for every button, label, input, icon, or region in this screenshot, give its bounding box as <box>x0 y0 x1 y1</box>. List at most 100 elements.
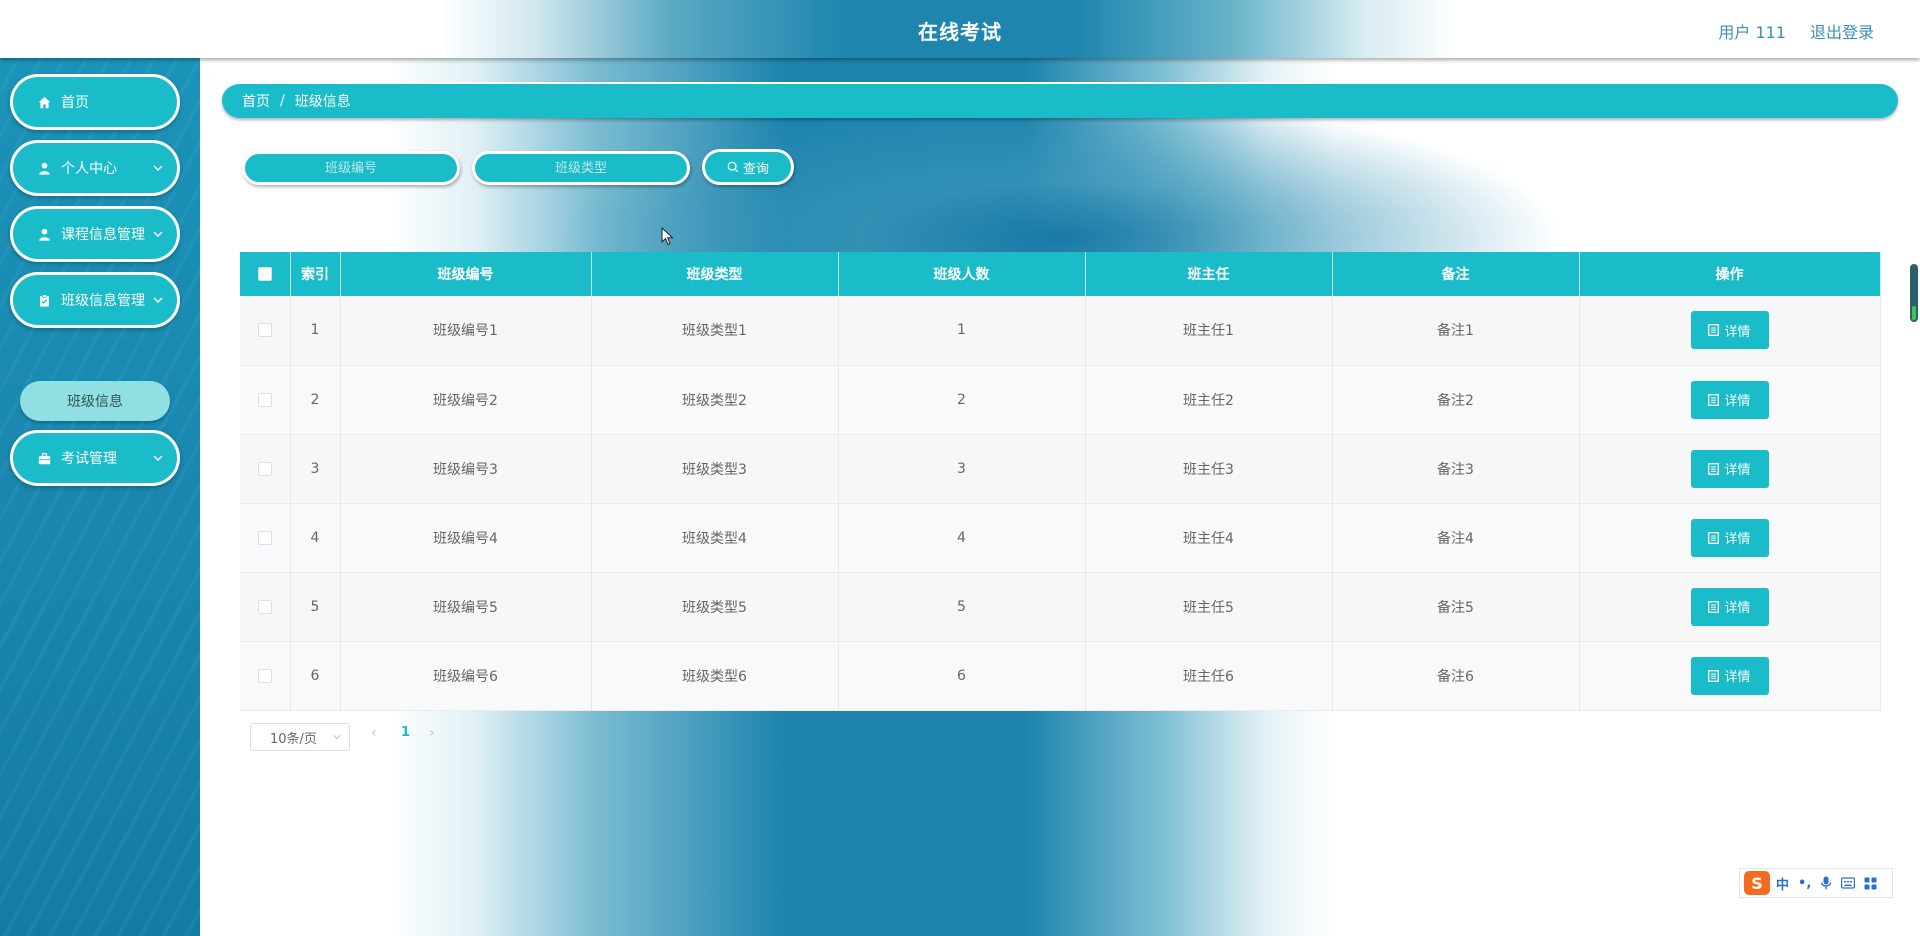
cell-note: 备注5 <box>1332 572 1580 642</box>
sogou-logo-icon[interactable]: S <box>1744 871 1770 895</box>
row-checkbox[interactable] <box>257 323 272 338</box>
ime-mode-toggle[interactable]: 中 <box>1776 874 1789 893</box>
logout-link[interactable]: 退出登录 <box>1810 19 1874 43</box>
cell-teacher: 班主任6 <box>1085 641 1333 711</box>
cell-teacher: 班主任4 <box>1085 503 1333 573</box>
cell-note: 备注3 <box>1332 434 1580 504</box>
class-table: 索引 班级编号 班级类型 班级人数 班主任 备注 操作 1 班级编号1 班级类型… <box>240 252 1881 711</box>
cell-index: 2 <box>290 365 341 435</box>
document-icon <box>1708 324 1720 337</box>
sidebar-item-label: 班级信息管理 <box>61 293 145 309</box>
select-all-checkbox[interactable] <box>257 267 272 281</box>
document-icon <box>1708 462 1720 475</box>
class-type-search-input[interactable] <box>472 151 690 185</box>
sidebar-item-personal-center[interactable]: 个人中心 <box>10 140 180 196</box>
cell-index: 3 <box>290 434 341 504</box>
class-no-search-input[interactable] <box>242 151 460 185</box>
page-scrollbar[interactable] <box>1910 264 1918 322</box>
row-checkbox[interactable] <box>257 599 272 614</box>
detail-button[interactable]: 详情 <box>1690 449 1769 488</box>
submenu-item-class-info[interactable]: 班级信息 <box>20 381 170 421</box>
detail-button[interactable]: 详情 <box>1690 311 1769 350</box>
row-checkbox[interactable] <box>257 461 272 476</box>
user-label[interactable]: 用户 111 <box>1718 19 1786 43</box>
sidebar-item-course-management[interactable]: 课程信息管理 <box>10 206 180 262</box>
cell-index: 6 <box>290 641 341 711</box>
cell-class-type: 班级类型6 <box>591 641 839 711</box>
cell-teacher: 班主任5 <box>1085 572 1333 642</box>
grid-menu-icon[interactable] <box>1864 877 1877 890</box>
cell-class-no: 班级编号3 <box>340 434 592 504</box>
cell-index: 4 <box>290 503 341 573</box>
table-row: 5 班级编号5 班级类型5 5 班主任5 备注5 详情 <box>240 572 1881 642</box>
table-row: 2 班级编号2 班级类型2 2 班主任2 备注2 详情 <box>240 365 1881 435</box>
table-header-row: 索引 班级编号 班级类型 班级人数 班主任 备注 操作 <box>240 252 1881 296</box>
detail-button[interactable]: 详情 <box>1690 518 1769 557</box>
row-checkbox[interactable] <box>257 392 272 407</box>
prev-page-button[interactable]: ‹ <box>371 725 377 741</box>
cell-note: 备注1 <box>1332 296 1580 366</box>
breadcrumb-current: 班级信息 <box>294 94 351 110</box>
chevron-down-icon <box>333 735 341 740</box>
column-header: 班级人数 <box>838 252 1086 296</box>
row-checkbox[interactable] <box>257 668 272 683</box>
select-all-cell <box>240 252 291 296</box>
microphone-icon[interactable] <box>1820 876 1832 890</box>
detail-button-label: 详情 <box>1724 670 1751 685</box>
ime-punctuation-toggle[interactable]: •, <box>1798 876 1811 891</box>
column-header: 班主任 <box>1085 252 1333 296</box>
table-row: 3 班级编号3 班级类型3 3 班主任3 备注3 详情 <box>240 434 1881 504</box>
cell-count: 2 <box>838 365 1086 435</box>
cell-class-no: 班级编号6 <box>340 641 592 711</box>
cell-teacher: 班主任1 <box>1085 296 1333 366</box>
app-title: 在线考试 <box>918 20 1002 44</box>
home-icon <box>37 95 51 109</box>
column-header: 备注 <box>1332 252 1580 296</box>
sidebar-item-exam-management[interactable]: 考试管理 <box>10 430 180 486</box>
row-checkbox[interactable] <box>257 530 272 545</box>
cell-class-no: 班级编号2 <box>340 365 592 435</box>
cell-count: 6 <box>838 641 1086 711</box>
clipboard-icon <box>37 293 51 307</box>
chevron-down-icon <box>153 231 163 237</box>
next-page-button[interactable]: › <box>429 725 435 741</box>
cell-class-type: 班级类型1 <box>591 296 839 366</box>
sidebar-item-class-management[interactable]: 班级信息管理 <box>10 272 180 328</box>
person-icon <box>37 227 51 241</box>
cell-class-type: 班级类型5 <box>591 572 839 642</box>
breadcrumb-home[interactable]: 首页 <box>242 91 270 111</box>
detail-button[interactable]: 详情 <box>1690 380 1769 419</box>
cell-count: 5 <box>838 572 1086 642</box>
document-icon <box>1708 531 1720 544</box>
query-button[interactable]: 查询 <box>702 149 794 185</box>
scrollbar-thumb[interactable] <box>1912 306 1916 320</box>
cell-class-no: 班级编号5 <box>340 572 592 642</box>
briefcase-icon <box>37 451 51 465</box>
cell-count: 1 <box>838 296 1086 366</box>
sidebar: 首页 个人中心 课程信息管理 班级信息管理 班级信息 考试管理 <box>0 58 200 936</box>
cell-note: 备注6 <box>1332 641 1580 711</box>
detail-button-label: 详情 <box>1724 324 1751 340</box>
sidebar-item-home[interactable]: 首页 <box>10 74 180 130</box>
cell-class-no: 班级编号4 <box>340 503 592 573</box>
detail-button-label: 详情 <box>1724 394 1751 409</box>
cell-index: 1 <box>290 296 341 366</box>
ime-toolbar[interactable]: S 中 •, <box>1739 868 1893 898</box>
main-content: 首页 / 班级信息 查询 索引 班级编号 班级类型 班级人数 班主任 备注 <box>200 58 1920 936</box>
detail-button[interactable]: 详情 <box>1690 587 1769 626</box>
detail-button[interactable]: 详情 <box>1690 656 1769 695</box>
page-size-select[interactable]: 10条/页 <box>250 723 350 751</box>
document-icon <box>1708 669 1720 682</box>
cell-teacher: 班主任3 <box>1085 434 1333 504</box>
table-row: 1 班级编号1 班级类型1 1 班主任1 备注1 详情 <box>240 296 1881 366</box>
page-number[interactable]: 1 <box>401 725 410 740</box>
sidebar-item-label: 首页 <box>61 95 89 111</box>
table-row: 4 班级编号4 班级类型4 4 班主任4 备注4 详情 <box>240 503 1881 573</box>
column-header: 班级类型 <box>591 252 839 296</box>
sidebar-item-label: 考试管理 <box>61 451 117 467</box>
keyboard-icon[interactable] <box>1841 877 1856 889</box>
detail-button-label: 详情 <box>1724 463 1751 478</box>
cell-index: 5 <box>290 572 341 642</box>
detail-button-label: 详情 <box>1724 532 1751 547</box>
sidebar-item-label: 个人中心 <box>61 161 117 177</box>
